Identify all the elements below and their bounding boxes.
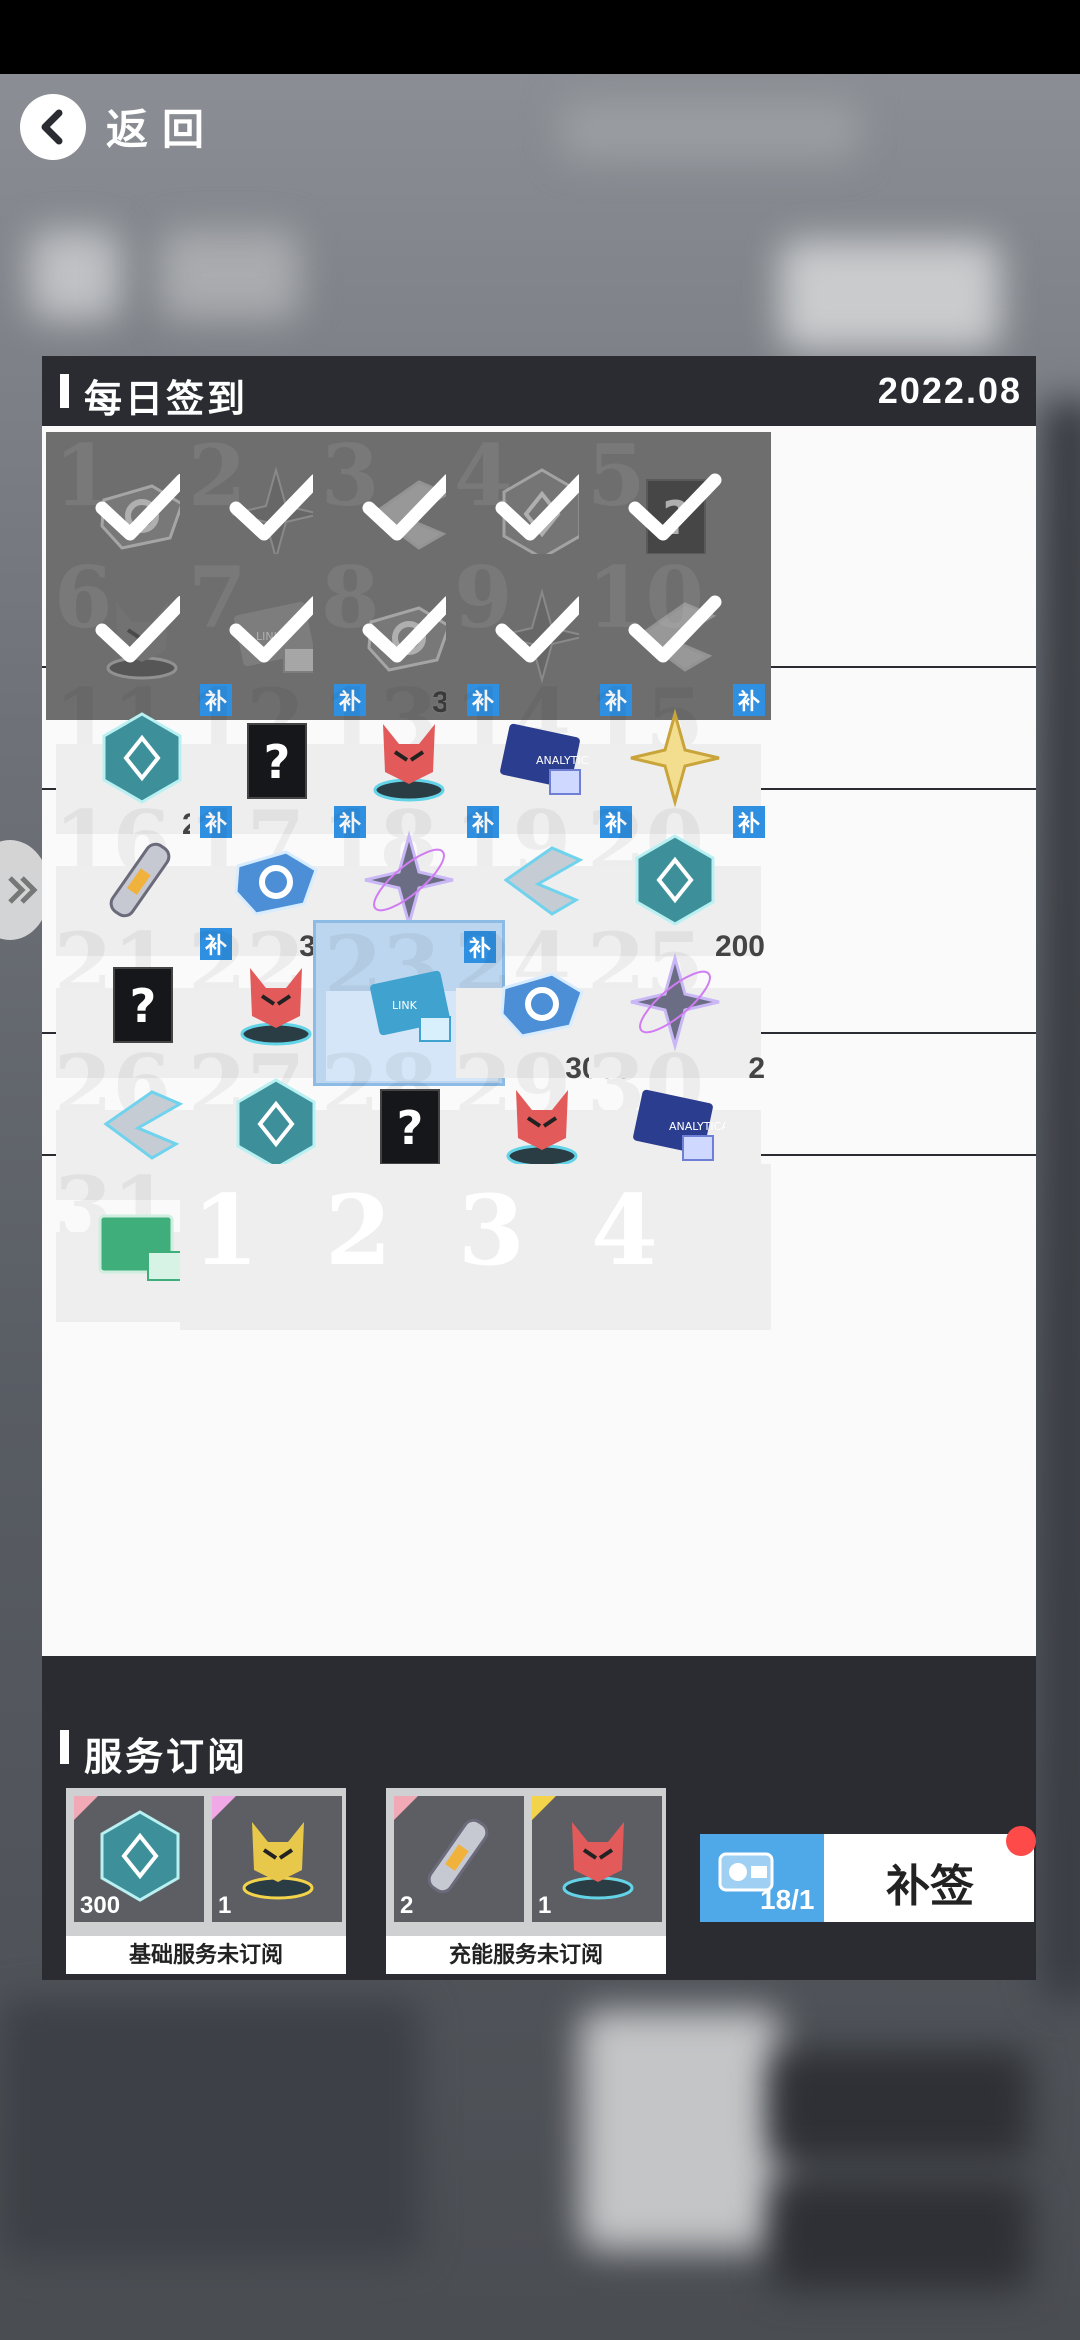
- day-number: 1: [192, 1174, 259, 1287]
- svg-text:?: ?: [397, 1101, 424, 1155]
- boomerang-part-icon: [92, 1074, 192, 1174]
- gear-token-icon: [492, 952, 592, 1052]
- purple-star-icon: [359, 830, 459, 930]
- check-icon: [492, 590, 592, 670]
- service-reward: 300: [74, 1796, 204, 1922]
- service-status-caption: 充能服务未订阅: [386, 1936, 666, 1974]
- check-icon: [226, 590, 326, 670]
- check-icon: [625, 468, 725, 548]
- calendar-grid: 13000223242005?2617LINK1830009210211200补…: [42, 426, 1036, 1656]
- svg-text:?: ?: [264, 735, 291, 789]
- notification-dot: [1006, 1826, 1036, 1856]
- service-reward-quantity: 300: [80, 1892, 121, 1919]
- gold-star-icon: [625, 708, 725, 808]
- day-number: 4: [591, 1174, 658, 1287]
- crystal-icon: [226, 1074, 326, 1174]
- service-title-marker: [60, 1730, 69, 1764]
- check-icon: [625, 590, 725, 670]
- battery-tube-icon: [92, 830, 192, 930]
- fox-figure-icon: [548, 1806, 648, 1906]
- title-marker: [60, 374, 69, 408]
- chevron-left-icon: [41, 109, 63, 145]
- mystery-box-icon: ?: [226, 708, 326, 808]
- day-number: 3: [458, 1174, 525, 1287]
- check-icon: [92, 590, 192, 670]
- service-reward-quantity: 1: [538, 1892, 552, 1919]
- service-status-caption: 基础服务未订阅: [66, 1936, 346, 1974]
- makeup-badge: 补: [733, 684, 765, 716]
- service-pack[interactable]: 2 1 充能服务未订阅: [386, 1788, 666, 1974]
- fox-figure-icon: [226, 952, 326, 1052]
- panel-title: 每日签到: [84, 379, 249, 421]
- service-reward-quantity: 1: [218, 1892, 232, 1919]
- crystal-icon: [92, 708, 192, 808]
- check-icon: [92, 468, 192, 548]
- purple-star-icon: [625, 952, 725, 1052]
- fox-figure-icon: [359, 708, 459, 808]
- boomerang-part-icon: [492, 830, 592, 930]
- service-reward-quantity: 2: [400, 1892, 414, 1919]
- day-number: 2: [325, 1174, 392, 1287]
- fox-figure-gold-icon: [228, 1806, 328, 1906]
- back-label[interactable]: 返回: [106, 96, 218, 157]
- daily-checkin-panel: 每日签到 2022.08 13000223242005?2617LINK1830…: [42, 356, 1036, 1980]
- panel-header: 每日签到 2022.08: [42, 356, 1036, 426]
- battery-tube-icon: [410, 1806, 510, 1906]
- back-button[interactable]: [20, 94, 86, 160]
- mystery-box-icon: ?: [92, 952, 192, 1052]
- crystal-icon: [90, 1806, 190, 1906]
- service-pack[interactable]: 300 1 基础服务未订阅: [66, 1788, 346, 1974]
- makeup-ticket-area: 18/1: [700, 1834, 824, 1922]
- crystal-icon: [625, 830, 725, 930]
- service-title: 服务订阅: [84, 1737, 249, 1779]
- check-icon: [359, 468, 459, 548]
- month-label: 2022.08: [877, 370, 1022, 411]
- fox-figure-icon: [492, 1074, 592, 1174]
- check-icon: [359, 590, 459, 670]
- service-reward: 1: [532, 1796, 662, 1922]
- svg-text:?: ?: [130, 979, 157, 1033]
- makeup-count: 18/1: [760, 1884, 815, 1915]
- check-icon: [492, 468, 592, 548]
- check-icon: [226, 468, 326, 548]
- svg-text:ANALYTICAL: ANALYTICAL: [669, 1120, 725, 1133]
- calendar-empty-cell: 4: [579, 1164, 771, 1330]
- mystery-box-icon: ?: [359, 1074, 459, 1174]
- double-chevron-right-icon: [8, 876, 38, 904]
- analytical-card-icon: ANALYTICAL: [492, 708, 603, 808]
- makeup-label: 补签: [886, 1862, 974, 1911]
- gear-token-icon: [226, 830, 326, 930]
- makeup-badge: 补: [733, 806, 765, 838]
- status-bar: [0, 0, 1080, 74]
- analytical-card-icon: ANALYTICAL: [625, 1074, 736, 1174]
- makeup-signin-button[interactable]: 18/1 补签: [700, 1834, 1034, 1922]
- green-ticket-icon: [92, 1196, 192, 1296]
- svg-text:LINK: LINK: [392, 999, 418, 1012]
- service-reward: 1: [212, 1796, 342, 1922]
- service-reward: 2: [394, 1796, 524, 1922]
